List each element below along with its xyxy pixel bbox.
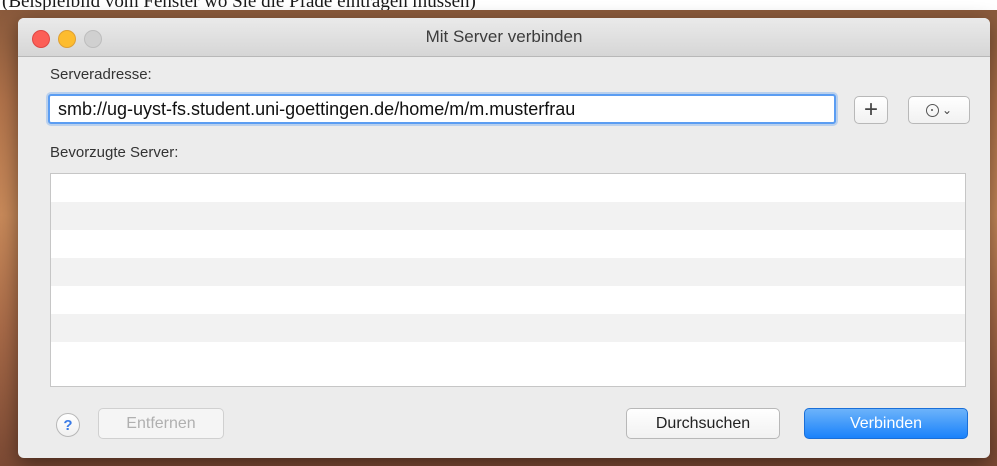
add-favorite-button[interactable]: + [854,96,888,124]
question-mark-icon: ? [63,416,73,434]
connect-to-server-window: Mit Server verbinden Serveradresse: + ⌄ … [18,18,990,458]
favorite-servers-list[interactable] [50,173,966,387]
server-address-input[interactable] [48,94,836,124]
plus-icon: + [863,96,878,123]
recent-servers-button[interactable]: ⌄ [908,96,970,124]
connect-button[interactable]: Verbinden [804,408,968,439]
list-item[interactable] [51,202,965,230]
list-item[interactable] [51,342,965,370]
list-item[interactable] [51,230,965,258]
clock-icon [925,103,939,117]
favorite-servers-label: Bevorzugte Server: [50,144,179,161]
list-item[interactable] [51,258,965,286]
remove-button[interactable]: Entfernen [98,408,224,439]
browse-button[interactable]: Durchsuchen [626,408,780,439]
window-titlebar: Mit Server verbinden [18,18,990,57]
list-item[interactable] [51,286,965,314]
chevron-down-icon: ⌄ [941,103,953,117]
window-title: Mit Server verbinden [425,27,583,46]
help-button[interactable]: ? [56,413,80,437]
list-item[interactable] [51,174,965,202]
server-address-label: Serveradresse: [50,66,152,83]
list-item[interactable] [51,314,965,342]
